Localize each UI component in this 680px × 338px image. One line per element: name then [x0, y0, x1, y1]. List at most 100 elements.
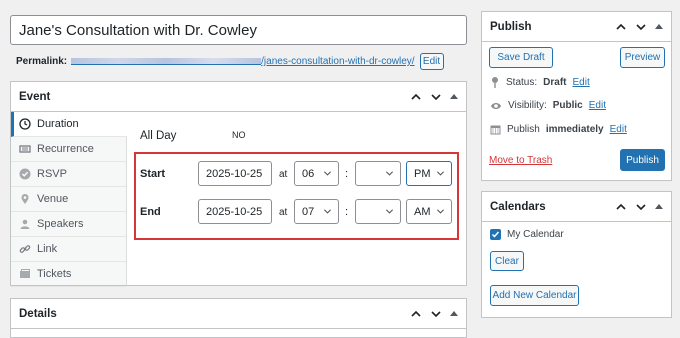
move-to-trash-link[interactable]: Move to Trash — [489, 155, 552, 166]
status-edit-link[interactable]: Edit — [572, 77, 589, 88]
end-ampm-select[interactable]: AM — [406, 199, 452, 224]
collapse-toggle-icon[interactable] — [450, 311, 458, 316]
publish-button[interactable]: Publish — [620, 149, 665, 171]
end-date-input[interactable]: 2025-10-25 — [198, 199, 272, 224]
details-box: Details — [10, 298, 467, 338]
visibility-value: Public — [552, 100, 583, 111]
tab-link[interactable]: Link — [11, 237, 126, 262]
calendar-name: My Calendar — [507, 229, 564, 240]
tab-label: Duration — [37, 118, 79, 130]
chevron-down-icon — [436, 171, 445, 176]
collapse-toggle-icon[interactable] — [655, 204, 663, 209]
tab-label: Tickets — [37, 268, 72, 280]
all-day-state: NO — [232, 130, 246, 140]
publish-box-title: Publish — [490, 20, 532, 33]
permalink-edit-button[interactable]: Edit — [419, 53, 444, 70]
calendar-icon — [490, 125, 501, 135]
pin-icon — [492, 77, 498, 88]
start-ampm-select[interactable]: PM — [406, 161, 452, 186]
link-icon — [19, 245, 31, 253]
collapse-toggle-icon[interactable] — [655, 24, 663, 29]
start-hour-value: 06 — [302, 167, 315, 180]
chevron-down-icon — [436, 209, 445, 214]
end-hour-value: 07 — [302, 205, 315, 218]
event-box-title: Event — [19, 90, 51, 103]
start-ampm-value: PM — [414, 167, 431, 180]
tab-speakers[interactable]: Speakers — [11, 212, 126, 237]
chevron-down-icon[interactable] — [635, 201, 647, 213]
clear-button[interactable]: Clear — [490, 251, 524, 271]
permalink-row: Permalink: /janes-consultation-with-dr-c… — [16, 53, 444, 70]
status-label: Status: — [506, 76, 538, 88]
tickets-icon — [20, 269, 30, 278]
end-at-label: at — [279, 207, 288, 218]
end-minute-select[interactable] — [355, 199, 401, 224]
publish-box-header: Publish — [482, 12, 671, 42]
chevron-up-icon[interactable] — [410, 308, 422, 320]
end-colon: : — [345, 206, 349, 218]
checkmark-icon — [491, 231, 500, 238]
tab-label: Venue — [37, 193, 69, 205]
chevron-down-icon[interactable] — [430, 308, 442, 320]
tab-tickets[interactable]: Tickets — [11, 262, 126, 287]
visibility-edit-link[interactable]: Edit — [589, 100, 606, 111]
visibility-label: Visibility: — [508, 100, 547, 111]
clock-icon — [19, 118, 31, 130]
tab-duration[interactable]: Duration — [11, 112, 127, 137]
publish-box: Publish Save Draft Preview Status: Draft… — [481, 11, 672, 181]
chevron-up-icon[interactable] — [615, 201, 627, 213]
tab-label: Speakers — [37, 218, 84, 230]
add-new-calendar-button[interactable]: Add New Calendar — [490, 285, 579, 306]
publish-date-value: immediately — [545, 124, 604, 135]
permalink-base-url — [71, 58, 262, 65]
post-title-input[interactable]: Jane's Consultation with Dr. Cowley — [10, 15, 467, 45]
start-date-input[interactable]: 2025-10-25 — [198, 161, 272, 186]
start-hour-select[interactable]: 06 — [294, 161, 339, 186]
event-box-header: Event — [11, 82, 466, 112]
chevron-up-icon[interactable] — [410, 91, 422, 103]
publish-date-label: Publish — [507, 124, 540, 135]
end-hour-select[interactable]: 07 — [294, 199, 339, 224]
calendars-box-title: Calendars — [490, 200, 546, 213]
start-minute-select[interactable] — [355, 161, 401, 186]
event-tabs: Duration Recurrence RSVP Venue Speakers … — [11, 112, 127, 287]
start-at-label: at — [279, 169, 288, 180]
event-box: Event Duration Recurrence RSVP Venue Spe… — [10, 81, 467, 287]
start-colon: : — [345, 168, 349, 180]
check-circle-icon — [19, 168, 31, 180]
calendars-box: Calendars My Calendar Clear Add New Cale… — [481, 191, 672, 318]
end-ampm-value: AM — [414, 205, 431, 218]
eye-icon — [491, 102, 501, 109]
chevron-down-icon — [323, 171, 332, 176]
chevron-down-icon — [385, 209, 394, 214]
chevron-down-icon[interactable] — [635, 21, 647, 33]
chevron-up-icon[interactable] — [615, 21, 627, 33]
tab-label: Link — [37, 243, 58, 255]
start-label: Start — [140, 168, 166, 180]
details-box-header: Details — [11, 299, 466, 329]
location-pin-icon — [21, 194, 29, 204]
end-label: End — [140, 206, 161, 218]
chevron-down-icon — [323, 209, 332, 214]
publish-date-row: Publish immediately Edit — [490, 124, 627, 135]
status-value: Draft — [543, 76, 567, 88]
preview-button[interactable]: Preview — [620, 47, 665, 68]
publish-date-edit-link[interactable]: Edit — [610, 124, 627, 135]
calendar-option: My Calendar — [490, 229, 564, 240]
chevron-down-icon[interactable] — [430, 91, 442, 103]
permalink-label: Permalink: — [16, 56, 68, 67]
tab-label: RSVP — [37, 168, 67, 180]
tab-rsvp[interactable]: RSVP — [11, 162, 126, 187]
tab-venue[interactable]: Venue — [11, 187, 126, 212]
permalink-slug-link[interactable]: /janes-consultation-with-dr-cowley/ — [261, 56, 414, 67]
my-calendar-checkbox[interactable] — [490, 229, 501, 240]
all-day-label: All Day — [140, 130, 177, 142]
recurrence-icon — [19, 145, 31, 153]
speakers-icon — [20, 219, 30, 229]
save-draft-button[interactable]: Save Draft — [489, 47, 553, 68]
status-row: Status: Draft Edit — [490, 76, 590, 88]
collapse-toggle-icon[interactable] — [450, 94, 458, 99]
details-box-title: Details — [19, 307, 57, 320]
tab-recurrence[interactable]: Recurrence — [11, 137, 126, 162]
calendars-box-header: Calendars — [482, 192, 671, 222]
